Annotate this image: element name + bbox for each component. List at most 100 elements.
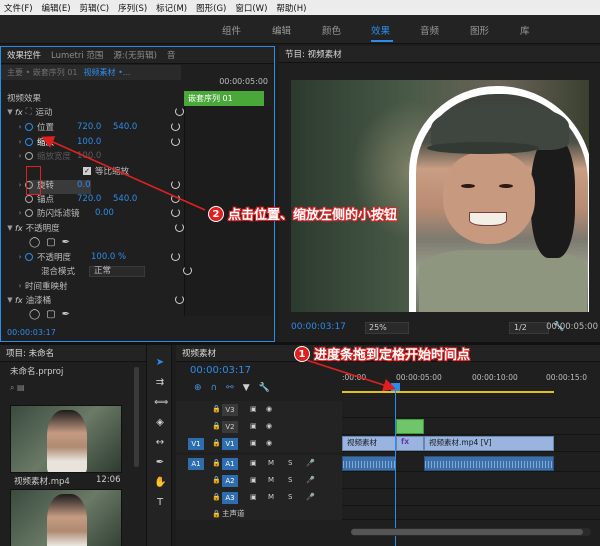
project-item-thumbnail[interactable] [10,405,122,473]
sync-lock-icon[interactable]: ▣ [250,422,257,430]
nest-icon[interactable]: ⊕ [194,383,202,393]
hand-tool-icon[interactable]: ✋ [154,477,166,489]
track-target[interactable]: A1 [222,458,238,470]
time-remap-row[interactable]: › 时间重映射 [15,279,198,293]
sync-lock-icon[interactable]: ▣ [250,493,257,501]
playhead-line[interactable] [395,389,396,546]
reset-icon[interactable] [171,252,180,261]
ripple-edit-tool-icon[interactable]: ⟺ [154,397,168,409]
rotation-value[interactable]: 0.0 [77,180,91,190]
timeline-scrollbar[interactable] [351,528,591,536]
tab-program[interactable]: 节目: 视频素材 [285,48,342,60]
tab-sequence[interactable]: 视频素材 [182,347,216,359]
lock-icon[interactable]: 🔒 [212,459,221,467]
mute-icon[interactable]: M [268,493,274,501]
microphone-icon[interactable]: 🎤 [306,459,315,467]
menu-marker[interactable]: 标记(M) [156,2,187,14]
menu-edit[interactable]: 编辑(E) [42,2,71,14]
chevron-right-icon[interactable]: › [15,138,25,146]
track-select-tool-icon[interactable]: ⇉ [154,377,166,389]
tab-effect-controls[interactable]: 效果控件 [7,49,41,61]
sync-lock-icon[interactable]: ▣ [250,476,257,484]
pen-mask-icon[interactable]: ✒ [62,309,70,320]
workspace-graphics[interactable]: 图形 [470,23,489,37]
menu-clip[interactable]: 剪辑(C) [80,2,110,14]
video-clip[interactable]: 视频素材.mp4 [V] [424,436,554,451]
eye-icon[interactable]: ◉ [266,405,272,413]
stopwatch-icon[interactable] [25,209,33,217]
audio-clip[interactable] [342,456,396,471]
program-video-frame[interactable] [291,80,589,312]
workspace-assembly[interactable]: 组件 [222,23,241,37]
blend-mode-dropdown[interactable]: 正常 [89,265,145,277]
sync-lock-icon[interactable]: ▣ [250,405,257,413]
work-area-bar[interactable] [342,391,554,393]
reset-icon[interactable] [171,137,180,146]
workspace-color[interactable]: 颜色 [322,23,341,37]
program-timecode[interactable]: 00:00:03:17 [291,322,346,332]
tab-audio[interactable]: 音 [167,49,176,61]
chevron-down-icon[interactable]: ▼ [5,296,15,304]
fx-icon[interactable]: fx [15,108,23,117]
sync-lock-icon[interactable]: ▣ [250,459,257,467]
reset-icon[interactable] [171,180,180,189]
solo-icon[interactable]: S [288,493,292,501]
workspace-editing[interactable]: 编辑 [272,23,291,37]
chevron-right-icon[interactable]: › [15,253,25,261]
reset-icon[interactable] [175,107,184,116]
source-clip-selector[interactable]: 主要 • 嵌套序列 01 视频素材 •... [1,65,181,80]
opacity-value[interactable]: 100.0 % [91,252,126,262]
reset-icon[interactable] [171,208,180,217]
mute-icon[interactable]: M [268,459,274,467]
tab-lumetri-scopes[interactable]: Lumetri 范围 [51,49,103,61]
nested-sequence-clip[interactable] [396,419,424,434]
project-item-thumbnail[interactable] [10,489,122,546]
chevron-right-icon[interactable]: › [15,282,25,290]
lock-icon[interactable]: 🔒 [212,510,221,518]
lock-icon[interactable]: 🔒 [212,439,221,447]
reset-icon[interactable] [171,122,180,131]
chevron-right-icon[interactable]: › [15,209,25,217]
reset-icon[interactable] [175,223,184,232]
timeline-ruler[interactable]: :00:00 00:00:05:00 00:00:10:00 00:00:15:… [342,367,600,393]
chevron-down-icon[interactable]: ▼ [5,224,15,232]
menu-sequence[interactable]: 序列(S) [118,2,147,14]
ec-nested-clip-bar[interactable]: 嵌套序列 01 [184,91,264,106]
pen-mask-icon[interactable]: ✒ [62,237,70,248]
lock-icon[interactable]: 🔒 [212,405,221,413]
solo-icon[interactable]: S [288,476,292,484]
resolution-dropdown[interactable]: 1/2 [509,322,549,334]
linked-icon[interactable]: ⚯ [226,383,234,393]
snap-icon[interactable]: ∩ [211,383,218,393]
ellipse-mask-icon[interactable]: ◯ [29,309,40,320]
menu-help[interactable]: 帮助(H) [276,2,306,14]
track-target[interactable]: V1 [222,438,238,450]
tab-source[interactable]: 源:(无剪辑) [113,49,157,61]
stopwatch-icon[interactable] [25,253,33,261]
lock-icon[interactable]: 🔒 [212,422,221,430]
menu-graphics[interactable]: 图形(G) [196,2,226,14]
source-clip-dropdown[interactable]: 视频素材 •... [84,67,131,78]
ellipse-mask-icon[interactable]: ◯ [29,237,40,248]
position-y-value[interactable]: 540.0 [113,122,137,132]
project-item-name[interactable]: 视频素材.mp4 [14,475,70,487]
track-target[interactable]: A2 [222,475,238,487]
position-x-value[interactable]: 720.0 [77,122,101,132]
stopwatch-icon[interactable] [25,195,33,203]
track-target[interactable]: V2 [222,421,238,433]
nested-clip-fx[interactable]: fx [396,436,424,451]
scrollbar-thumb[interactable] [351,529,583,535]
rectangle-mask-icon[interactable]: ▢ [46,309,55,320]
chevron-down-icon[interactable]: ▼ [5,108,15,116]
type-tool-icon[interactable]: T [154,497,166,509]
mute-icon[interactable]: M [268,476,274,484]
stopwatch-icon[interactable] [25,138,33,146]
checkbox-checked-icon[interactable]: ✓ [83,167,91,175]
uniform-scale-row[interactable]: ✓ 等比缩放 [83,164,266,178]
solo-icon[interactable]: S [288,459,292,467]
source-patch-v1[interactable]: V1 [188,438,204,450]
lock-icon[interactable]: 🔒 [212,476,221,484]
chevron-right-icon[interactable]: › [15,123,25,131]
timeline-timecode[interactable]: 00:00:03:17 [190,365,251,376]
workspace-effects[interactable]: 效果 [371,23,390,37]
